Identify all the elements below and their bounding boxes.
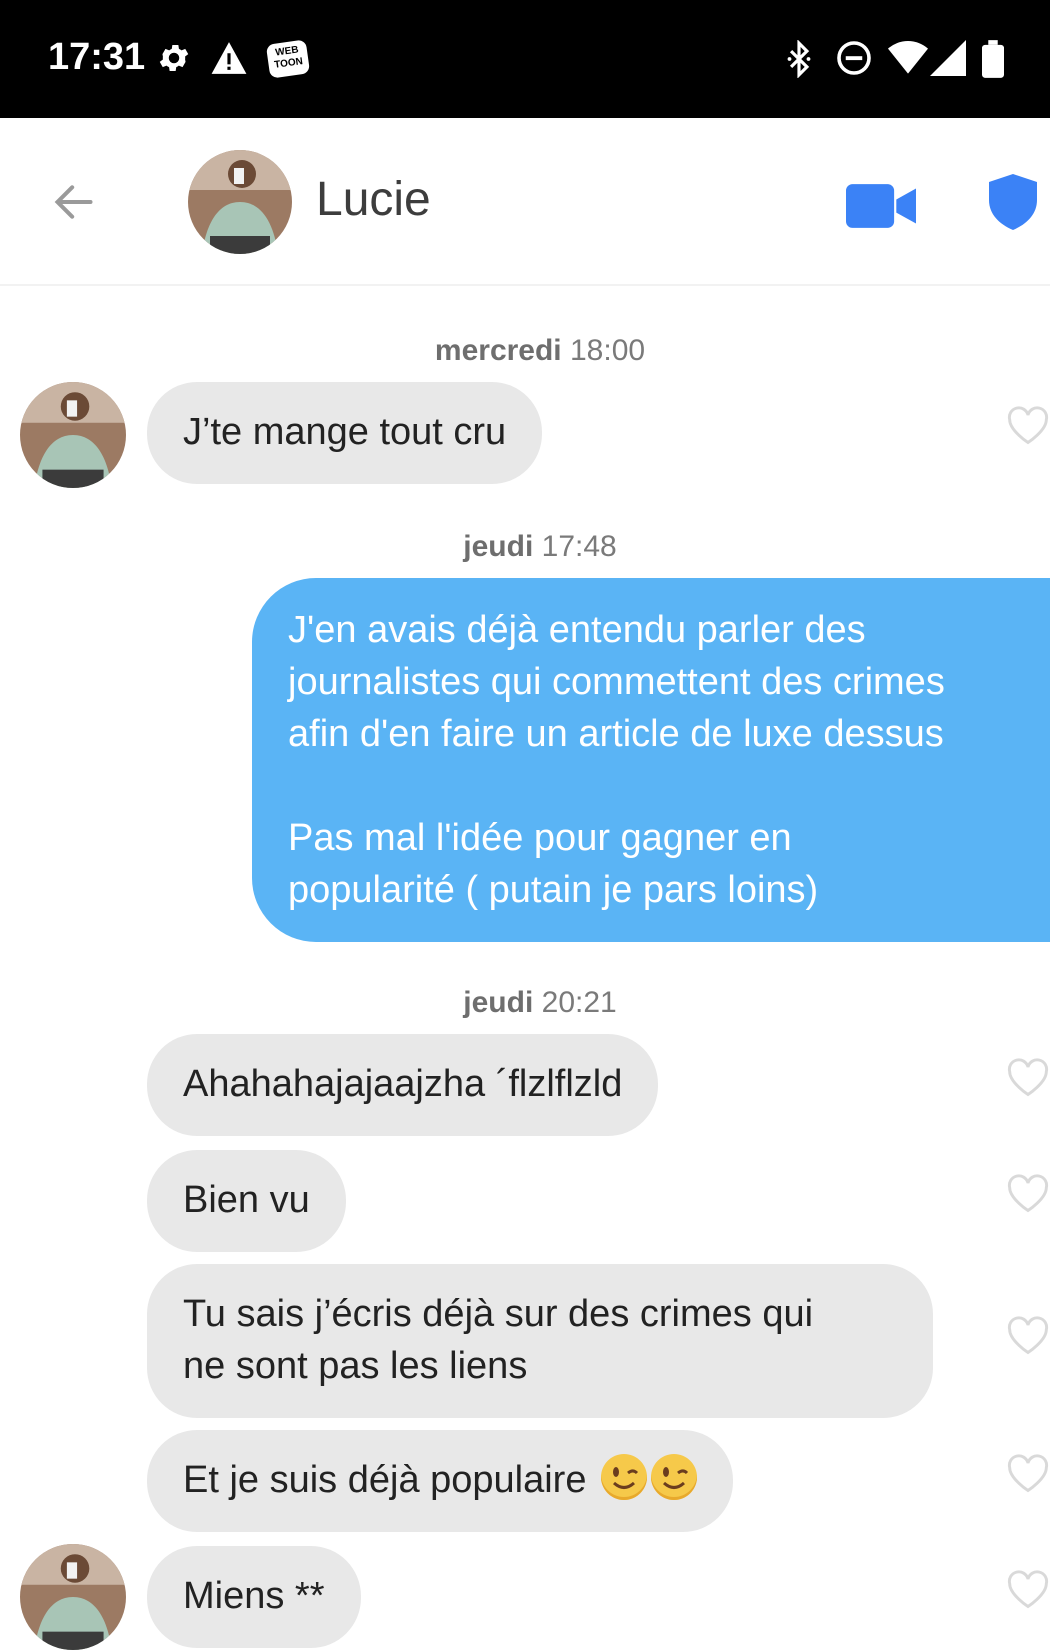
message-line: J'en avais déjà entendu parler des	[288, 609, 866, 651]
message-list[interactable]: mercredi 18:00 J’te mange tout cru jeudi…	[0, 284, 1050, 1650]
heart-icon[interactable]	[1006, 1314, 1050, 1358]
avatar[interactable]	[20, 1544, 126, 1650]
message-line: popularité ( putain je pars loins)	[288, 869, 819, 911]
heart-icon[interactable]	[1006, 1568, 1050, 1612]
winking-face-icon	[663, 1467, 689, 1489]
back-arrow-icon[interactable]	[52, 180, 96, 224]
heart-icon[interactable]	[1006, 1056, 1050, 1100]
safety-shield-icon[interactable]	[988, 174, 1038, 230]
message-line: afin d'en faire un article de luxe dessu…	[288, 713, 944, 755]
message-bubble-incoming[interactable]: Bien vu	[147, 1150, 346, 1252]
winking-face-emoji	[601, 1454, 648, 1500]
winking-face-icon	[613, 1467, 639, 1489]
message-bubble-outgoing[interactable]: J'en avais déjà entendu parler des journ…	[252, 578, 1050, 942]
profile-photo	[188, 150, 292, 254]
message-line: Tu sais j’écris déjà sur des crimes qui	[183, 1293, 814, 1335]
video-call-icon[interactable]	[846, 184, 916, 228]
message-bubble-incoming[interactable]: Et je suis déjà populaire	[147, 1430, 734, 1532]
avatar[interactable]	[188, 150, 292, 254]
message-bubble-incoming[interactable]: J’te mange tout cru	[147, 382, 543, 484]
chat-header: Lucie	[0, 118, 1050, 286]
signal-icon	[930, 40, 966, 76]
message-timestamp: jeudi 17:48	[463, 530, 617, 563]
message-timestamp: jeudi 20:21	[463, 986, 617, 1019]
message-bubble-incoming[interactable]: Miens **	[147, 1546, 361, 1648]
message-bubble-incoming[interactable]: Tu sais j’écris déjà sur des crimes qui …	[147, 1264, 933, 1418]
profile-photo	[20, 382, 126, 488]
heart-icon[interactable]	[1006, 404, 1050, 448]
avatar[interactable]	[20, 382, 126, 488]
status-time: 17:31	[48, 36, 146, 78]
message-line: ne sont pas les liens	[183, 1345, 528, 1387]
heart-icon[interactable]	[1006, 1172, 1050, 1216]
bluetooth-icon	[787, 40, 811, 78]
webtoon-icon: WEB TOON	[265, 39, 311, 79]
status-bar: 17:31 WEB TOON	[0, 0, 1050, 118]
message-line: journalistes qui commettent des crimes	[288, 661, 945, 703]
wifi-icon	[888, 41, 928, 74]
winking-face-emoji	[651, 1454, 698, 1500]
message-text: Et je suis déjà populaire	[183, 1459, 587, 1501]
message-bubble-incoming[interactable]: Ahahahajajaajzha ´flzlflzld	[147, 1034, 659, 1136]
battery-icon	[982, 40, 1004, 78]
do-not-disturb-icon	[837, 41, 871, 75]
profile-photo	[20, 1544, 126, 1650]
gear-icon	[159, 44, 189, 72]
heart-icon[interactable]	[1006, 1452, 1050, 1496]
contact-name[interactable]: Lucie	[316, 172, 431, 227]
message-timestamp: mercredi 18:00	[434, 334, 646, 367]
message-line	[288, 760, 1014, 812]
message-line: Pas mal l'idée pour gagner en	[288, 817, 792, 859]
warning-icon	[211, 42, 247, 74]
